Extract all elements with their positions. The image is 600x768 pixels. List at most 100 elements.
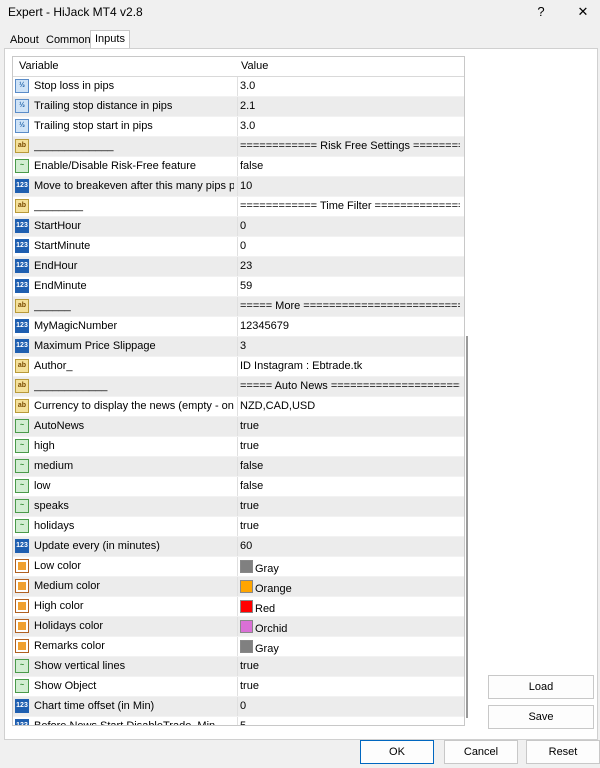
value-cell[interactable]: false bbox=[240, 460, 460, 472]
value-cell[interactable]: true bbox=[240, 440, 460, 452]
column-divider bbox=[237, 677, 238, 696]
input-row[interactable]: 123 EndMinute 59 bbox=[13, 277, 464, 297]
integer-value-icon: 123 bbox=[15, 239, 29, 253]
input-row[interactable]: 123 StartMinute 0 bbox=[13, 237, 464, 257]
input-row[interactable]: ab ______ ===== More =====================… bbox=[13, 297, 464, 317]
value-cell[interactable]: 12345679 bbox=[240, 320, 460, 332]
value-cell[interactable]: true bbox=[240, 420, 460, 432]
column-divider bbox=[237, 617, 238, 636]
load-button[interactable]: Load bbox=[488, 675, 594, 699]
ok-button[interactable]: OK bbox=[360, 740, 434, 764]
variable-name: Show vertical lines bbox=[34, 660, 126, 672]
value-cell[interactable]: 2.1 bbox=[240, 100, 460, 112]
value-text: NZD,CAD,USD bbox=[240, 400, 316, 412]
input-row[interactable]: ~ low false bbox=[13, 477, 464, 497]
value-cell[interactable]: 59 bbox=[240, 280, 460, 292]
value-cell[interactable]: ID Instagram : Ebtrade.tk bbox=[240, 360, 460, 372]
input-row[interactable]: ~ Show Object true bbox=[13, 677, 464, 697]
value-cell[interactable]: ===== Auto News ======================== bbox=[240, 380, 460, 392]
value-cell[interactable]: 3.0 bbox=[240, 80, 460, 92]
value-text: 3 bbox=[240, 340, 247, 352]
value-text: Orchid bbox=[255, 623, 288, 635]
value-cell[interactable]: Gray bbox=[240, 640, 460, 655]
input-row[interactable]: 123 Update every (in minutes) 60 bbox=[13, 537, 464, 557]
input-row[interactable]: ½ Stop loss in pips 3.0 bbox=[13, 77, 464, 97]
column-divider bbox=[237, 197, 238, 216]
value-cell[interactable]: false bbox=[240, 160, 460, 172]
value-text: 12345679 bbox=[240, 320, 289, 332]
input-row[interactable]: ab Author_ ID Instagram : Ebtrade.tk bbox=[13, 357, 464, 377]
value-cell[interactable]: Orchid bbox=[240, 620, 460, 635]
value-cell[interactable]: 10 bbox=[240, 180, 460, 192]
value-cell[interactable]: true bbox=[240, 660, 460, 672]
boolean-value-icon: ~ bbox=[15, 419, 29, 433]
input-row[interactable]: ab _____________ ============ Risk Free Se… bbox=[13, 137, 464, 157]
value-cell[interactable]: 0 bbox=[240, 220, 460, 232]
input-row[interactable]: 123 Chart time offset (in Min) 0 bbox=[13, 697, 464, 717]
value-cell[interactable]: Gray bbox=[240, 560, 460, 575]
save-button[interactable]: Save bbox=[488, 705, 594, 729]
value-cell[interactable]: 0 bbox=[240, 700, 460, 712]
column-divider bbox=[237, 477, 238, 496]
input-row[interactable]: ~ high true bbox=[13, 437, 464, 457]
input-row[interactable]: ½ Trailing stop distance in pips 2.1 bbox=[13, 97, 464, 117]
value-cell[interactable]: ============ Time Filter ===============… bbox=[240, 200, 460, 212]
string-value-icon: ab bbox=[15, 199, 29, 213]
value-cell[interactable]: 5 bbox=[240, 720, 460, 725]
color-swatch bbox=[240, 600, 253, 613]
input-row[interactable]: ½ Trailing stop start in pips 3.0 bbox=[13, 117, 464, 137]
input-row[interactable]: Medium color Orange bbox=[13, 577, 464, 597]
value-cell[interactable]: ============ Risk Free Settings ========… bbox=[240, 140, 460, 152]
close-button[interactable]: ✕ bbox=[568, 2, 598, 22]
input-row[interactable]: ~ holidays true bbox=[13, 517, 464, 537]
input-row[interactable]: 123 Maximum Price Slippage 3 bbox=[13, 337, 464, 357]
tab-common[interactable]: Common bbox=[42, 32, 95, 48]
value-cell[interactable]: 3 bbox=[240, 340, 460, 352]
value-cell[interactable]: false bbox=[240, 480, 460, 492]
integer-value-icon: 123 bbox=[15, 719, 29, 725]
input-row[interactable]: ~ AutoNews true bbox=[13, 417, 464, 437]
col-header-value[interactable]: Value bbox=[241, 60, 268, 72]
input-row[interactable]: High color Red bbox=[13, 597, 464, 617]
input-row[interactable]: ~ speaks true bbox=[13, 497, 464, 517]
value-cell[interactable]: Red bbox=[240, 600, 460, 615]
input-row[interactable]: Low color Gray bbox=[13, 557, 464, 577]
input-row[interactable]: ab Currency to display the news (empty - … bbox=[13, 397, 464, 417]
value-cell[interactable]: 60 bbox=[240, 540, 460, 552]
col-header-variable[interactable]: Variable bbox=[19, 60, 59, 72]
variable-name: Currency to display the news (empty - on… bbox=[34, 400, 234, 412]
help-button[interactable]: ? bbox=[526, 2, 556, 22]
input-row[interactable]: ~ Enable/Disable Risk-Free feature false bbox=[13, 157, 464, 177]
input-row[interactable]: 123 MyMagicNumber 12345679 bbox=[13, 317, 464, 337]
variable-name: Move to breakeven after this many pips p… bbox=[34, 180, 234, 192]
value-cell[interactable]: true bbox=[240, 500, 460, 512]
value-cell[interactable]: true bbox=[240, 680, 460, 692]
value-cell[interactable]: Orange bbox=[240, 580, 460, 595]
scrollbar-thumb[interactable] bbox=[466, 336, 468, 718]
input-row[interactable]: ab ________ ============ Time Filter =====… bbox=[13, 197, 464, 217]
column-divider bbox=[237, 437, 238, 456]
input-row[interactable]: 123 Move to breakeven after this many pip… bbox=[13, 177, 464, 197]
value-cell[interactable]: 3.0 bbox=[240, 120, 460, 132]
tab-inputs[interactable]: Inputs bbox=[90, 30, 130, 50]
input-row[interactable]: ~ medium false bbox=[13, 457, 464, 477]
value-cell[interactable]: 0 bbox=[240, 240, 460, 252]
reset-button[interactable]: Reset bbox=[526, 740, 600, 764]
cancel-button[interactable]: Cancel bbox=[444, 740, 518, 764]
input-row[interactable]: Holidays color Orchid bbox=[13, 617, 464, 637]
value-text: false bbox=[240, 460, 264, 472]
value-cell[interactable]: ===== More ============================ bbox=[240, 300, 460, 312]
value-text: 3.0 bbox=[240, 80, 256, 92]
value-cell[interactable]: true bbox=[240, 520, 460, 532]
tab-about[interactable]: About bbox=[6, 32, 43, 48]
input-row[interactable]: ~ Show vertical lines true bbox=[13, 657, 464, 677]
input-row[interactable]: ab ____________ ===== Auto News ==========… bbox=[13, 377, 464, 397]
input-row[interactable]: 123 EndHour 23 bbox=[13, 257, 464, 277]
input-row[interactable]: 123 Before News Start DisableTrade, Min 5 bbox=[13, 717, 464, 725]
color-swatch bbox=[240, 560, 253, 573]
value-cell[interactable]: 23 bbox=[240, 260, 460, 272]
value-cell[interactable]: NZD,CAD,USD bbox=[240, 400, 460, 412]
input-row[interactable]: Remarks color Gray bbox=[13, 637, 464, 657]
boolean-value-icon: ~ bbox=[15, 679, 29, 693]
input-row[interactable]: 123 StartHour 0 bbox=[13, 217, 464, 237]
